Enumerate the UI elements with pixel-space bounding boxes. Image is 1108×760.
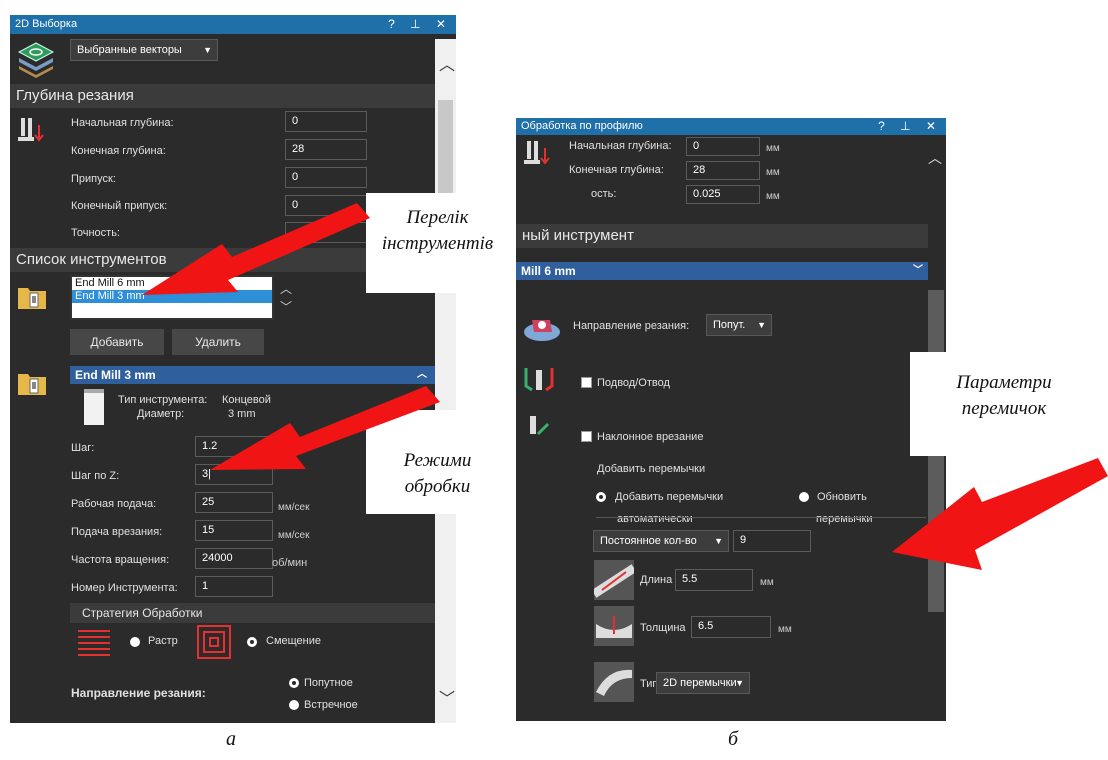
arrow-tool-list (142, 203, 370, 295)
arrow-tab-params (892, 458, 1108, 570)
annotation-arrows (142, 203, 1108, 570)
caption-b: б (728, 728, 739, 750)
caption-a: а (226, 728, 236, 750)
arrow-modes (210, 386, 440, 470)
